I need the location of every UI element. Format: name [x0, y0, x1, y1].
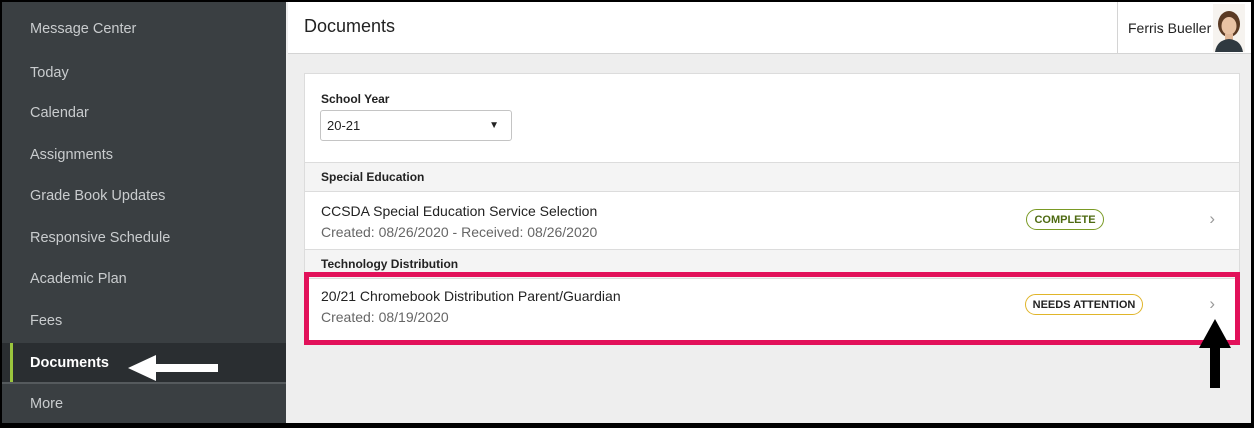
sidebar-item-calendar[interactable]: Calendar [2, 93, 286, 133]
sidebar-item-label: Assignments [30, 147, 114, 163]
app-frame: Message Center Today Calendar Assignment… [2, 2, 1251, 423]
user-name: Ferris Bueller [1128, 20, 1212, 36]
status-badge-needs-attention: NEEDS ATTENTION [1025, 294, 1143, 315]
sidebar-item-more[interactable]: More [2, 384, 286, 423]
caret-down-icon: ▼ [489, 120, 499, 131]
left-arrow-icon [128, 355, 218, 381]
section-header-special-education: Special Education [305, 162, 1239, 192]
documents-card: School Year 20-21 ▼ Special Education CC… [304, 73, 1240, 345]
school-year-select[interactable]: 20-21 ▼ [320, 110, 512, 141]
document-title: 20/21 Chromebook Distribution Parent/Gua… [321, 288, 621, 304]
sidebar-item-grade-book-updates[interactable]: Grade Book Updates [2, 176, 286, 216]
section-header-technology-distribution: Technology Distribution [305, 249, 1239, 279]
sidebar-item-today[interactable]: Today [2, 53, 286, 93]
sidebar-item-label: Academic Plan [30, 271, 127, 287]
up-arrow-icon [1199, 319, 1231, 388]
document-dates: Created: 08/19/2020 [321, 309, 449, 325]
sidebar: Message Center Today Calendar Assignment… [2, 2, 286, 423]
sidebar-item-label: Responsive Schedule [30, 230, 171, 246]
school-year-value: 20-21 [327, 118, 361, 133]
sidebar-item-message-center[interactable]: Message Center [2, 9, 286, 49]
sidebar-item-label: Fees [30, 313, 63, 329]
sidebar-item-label: Grade Book Updates [30, 188, 166, 204]
sidebar-item-fees[interactable]: Fees [2, 301, 286, 341]
document-dates: Created: 08/26/2020 - Received: 08/26/20… [321, 224, 598, 240]
status-badge-complete: COMPLETE [1026, 209, 1104, 230]
page-title: Documents [304, 16, 396, 36]
sidebar-item-label: Today [30, 65, 69, 81]
sidebar-item-assignments[interactable]: Assignments [2, 135, 286, 175]
user-photo-icon [1213, 4, 1245, 52]
user-menu[interactable]: Ferris Bueller [1117, 2, 1251, 54]
avatar[interactable] [1213, 4, 1245, 52]
chevron-right-icon[interactable]: › [1209, 209, 1215, 229]
sidebar-item-label: Calendar [30, 105, 89, 121]
page-header: Documents Ferris Bueller [288, 2, 1251, 54]
sidebar-item-academic-plan[interactable]: Academic Plan [2, 259, 286, 299]
sidebar-item-label: Message Center [30, 21, 137, 37]
document-row[interactable]: CCSDA Special Education Service Selectio… [305, 195, 1239, 247]
sidebar-item-label: More [30, 396, 64, 412]
school-year-label: School Year [321, 92, 390, 106]
document-row[interactable]: 20/21 Chromebook Distribution Parent/Gua… [305, 280, 1239, 332]
chevron-right-icon[interactable]: › [1209, 294, 1215, 314]
sidebar-item-responsive-schedule[interactable]: Responsive Schedule [2, 218, 286, 258]
sidebar-item-label: Documents [30, 355, 109, 371]
document-title: CCSDA Special Education Service Selectio… [321, 203, 598, 219]
